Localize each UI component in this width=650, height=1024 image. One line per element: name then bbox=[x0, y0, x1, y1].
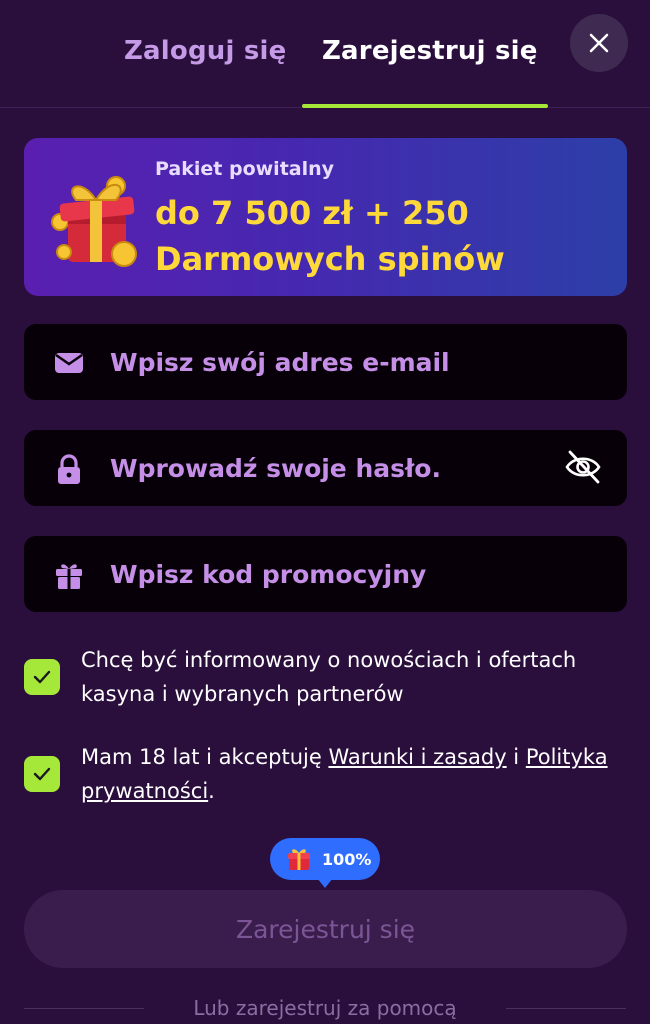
password-input[interactable] bbox=[110, 430, 550, 506]
active-tab-indicator bbox=[302, 104, 548, 108]
alt-signup-divider: Lub zarejestruj za pomocą bbox=[0, 996, 650, 1020]
welcome-bonus-banner: Pakiet powitalny do 7 500 zł + 250 Darmo… bbox=[24, 138, 627, 296]
register-button[interactable]: Zarejestruj się bbox=[24, 890, 627, 968]
terms-middle: i bbox=[506, 745, 526, 769]
gift-icon bbox=[288, 849, 310, 870]
promo-code-input[interactable] bbox=[110, 536, 550, 612]
email-input[interactable] bbox=[110, 324, 550, 400]
newsletter-consent-text: Chcę być informowany o nowościach i ofer… bbox=[81, 648, 577, 706]
promo-amount: do 7 500 zł + 250 bbox=[155, 194, 469, 232]
terms-suffix: . bbox=[208, 779, 215, 803]
email-field-wrapper bbox=[24, 324, 627, 400]
terms-prefix: Mam 18 lat i akceptuję bbox=[81, 745, 329, 769]
gift-icon bbox=[56, 564, 82, 589]
terms-consent-text: Mam 18 lat i akceptuję Warunki i zasady … bbox=[81, 740, 626, 808]
close-button[interactable] bbox=[570, 14, 628, 72]
promo-code-field-wrapper bbox=[24, 536, 627, 612]
close-icon bbox=[589, 33, 609, 53]
eye-off-icon[interactable] bbox=[562, 446, 604, 488]
auth-header: Zaloguj się Zarejestruj się bbox=[0, 0, 650, 108]
bonus-progress-bubble: 100% bbox=[270, 838, 380, 888]
terms-link[interactable]: Warunki i zasady bbox=[328, 745, 506, 769]
gift-box-icon bbox=[51, 176, 137, 267]
terms-checkbox[interactable] bbox=[24, 756, 60, 792]
checkmark-icon bbox=[33, 670, 51, 684]
alt-signup-text: Lub zarejestruj za pomocą bbox=[193, 996, 457, 1020]
tab-login[interactable]: Zaloguj się bbox=[124, 36, 286, 66]
lock-icon bbox=[58, 454, 80, 484]
newsletter-checkbox[interactable] bbox=[24, 659, 60, 695]
tab-register[interactable]: Zarejestruj się bbox=[322, 36, 538, 66]
envelope-icon bbox=[55, 353, 83, 373]
checkmark-icon bbox=[33, 767, 51, 781]
bonus-percent: 100% bbox=[322, 849, 372, 869]
password-field-wrapper bbox=[24, 430, 627, 506]
promo-spins: Darmowych spinów bbox=[155, 240, 505, 278]
promo-label: Pakiet powitalny bbox=[155, 158, 335, 180]
